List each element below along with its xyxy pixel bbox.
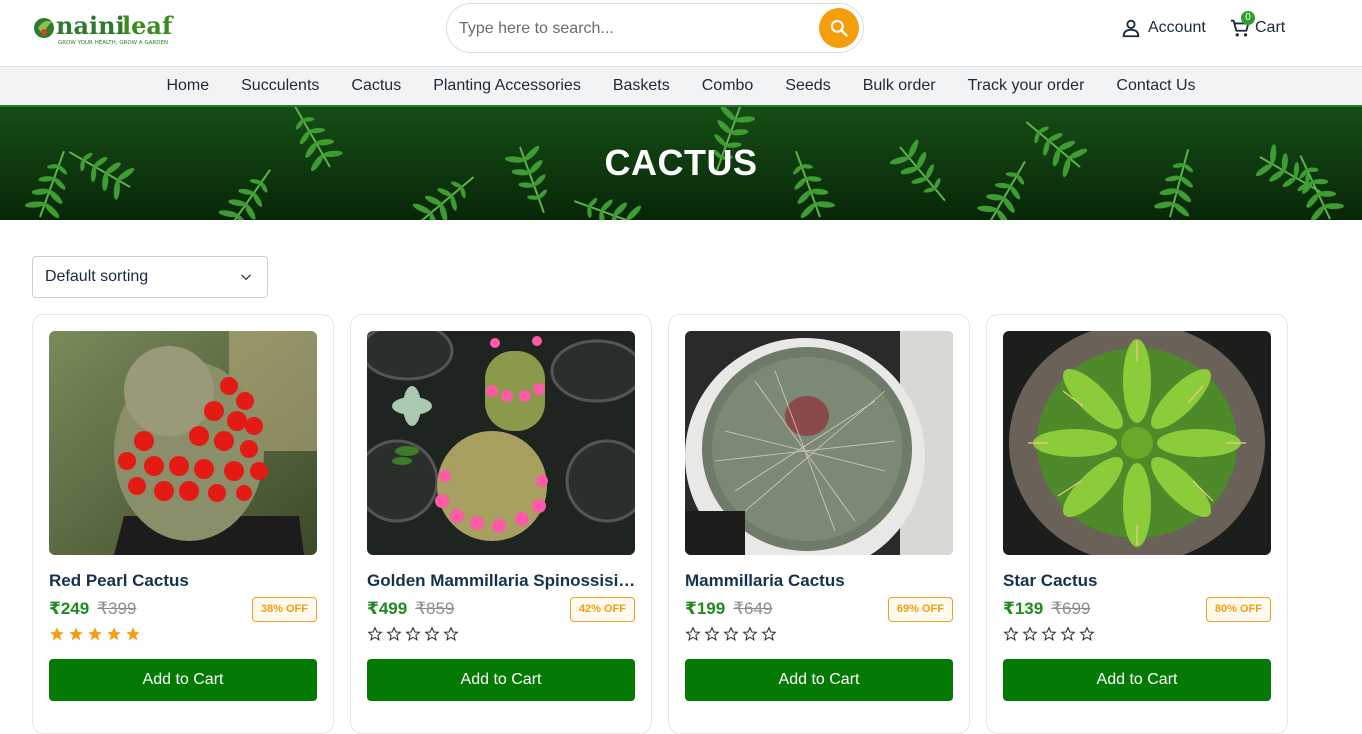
product-image[interactable] [367, 331, 635, 555]
svg-text:GROW YOUR HEALTH, GROW A GARDE: GROW YOUR HEALTH, GROW A GARDEN [58, 40, 168, 46]
star-empty-icon [742, 626, 758, 642]
product-image[interactable] [49, 331, 317, 555]
star-empty-icon [1041, 626, 1057, 642]
current-price: ₹199 [685, 599, 726, 618]
star-empty-icon [405, 626, 421, 642]
nav-item-planting-accessories[interactable]: Planting Accessories [417, 77, 597, 95]
product-card[interactable]: Golden Mammillaria Spinossisima ₹499 ₹85… [350, 314, 652, 734]
star-filled-icon [107, 627, 121, 641]
discount-badge: 42% OFF [569, 597, 635, 622]
nav-item-seeds[interactable]: Seeds [769, 77, 846, 95]
current-price: ₹139 [1003, 599, 1044, 618]
product-card[interactable]: Star Cactus ₹139 ₹699 80% OFF Add to Car… [986, 314, 1288, 734]
original-price: ₹859 [415, 599, 455, 618]
star-empty-icon [761, 626, 777, 642]
product-image[interactable] [685, 331, 953, 555]
nav-item-bulk-order[interactable]: Bulk order [847, 77, 952, 95]
nav-item-contact-us[interactable]: Contact Us [1100, 77, 1211, 95]
rating-stars [367, 626, 459, 642]
star-empty-icon [367, 626, 383, 642]
account-label: Account [1148, 19, 1206, 36]
search-input[interactable] [459, 16, 799, 42]
star-filled-icon [69, 627, 83, 641]
user-icon [1122, 19, 1140, 38]
brand-logo[interactable]: naini leaf GROW YOUR HEALTH, GROW A GARD… [32, 10, 192, 46]
star-empty-icon [443, 626, 459, 642]
star-empty-icon [685, 626, 701, 642]
add-to-cart-button[interactable]: Add to Cart [49, 659, 317, 701]
product-card[interactable]: Mammillaria Cactus ₹199 ₹649 69% OFF Add… [668, 314, 970, 734]
star-filled-icon [50, 627, 64, 641]
original-price: ₹399 [97, 599, 137, 618]
product-image[interactable] [1003, 331, 1271, 555]
main-nav: Home Succulents Cactus Planting Accessor… [0, 66, 1362, 107]
current-price: ₹499 [367, 599, 408, 618]
category-title: CACTUS [604, 142, 758, 183]
nav-item-baskets[interactable]: Baskets [597, 77, 686, 95]
star-filled-icon [126, 627, 140, 641]
product-name[interactable]: Red Pearl Cactus [49, 571, 319, 591]
star-empty-icon [1022, 626, 1038, 642]
product-name[interactable]: Golden Mammillaria Spinossisima [367, 571, 637, 591]
category-banner: CACTUS [0, 107, 1362, 220]
chevron-down-icon [241, 274, 251, 281]
add-to-cart-button[interactable]: Add to Cart [1003, 659, 1271, 701]
star-empty-icon [424, 626, 440, 642]
rating-stars [1003, 626, 1095, 642]
star-empty-icon [1003, 626, 1019, 642]
cart-count-badge: 0 [1241, 11, 1255, 25]
product-card[interactable]: Red Pearl Cactus ₹249 ₹399 38% OFF Add t… [32, 314, 334, 734]
discount-badge: 38% OFF [251, 597, 317, 622]
sort-selected-value: Default sorting [45, 268, 149, 285]
rating-stars [685, 626, 777, 642]
search-bar [446, 3, 864, 53]
star-filled-icon [88, 627, 102, 641]
rating-stars [49, 626, 141, 642]
search-button[interactable] [819, 8, 859, 48]
product-name[interactable]: Star Cactus [1003, 571, 1273, 591]
discount-badge: 69% OFF [887, 597, 953, 622]
price-row: ₹139 ₹699 [1003, 599, 1090, 619]
site-header: naini leaf GROW YOUR HEALTH, GROW A GARD… [0, 0, 1362, 66]
product-grid: Red Pearl Cactus ₹249 ₹399 38% OFF Add t… [32, 314, 1288, 734]
star-empty-icon [1060, 626, 1076, 642]
product-name[interactable]: Mammillaria Cactus [685, 571, 955, 591]
sort-dropdown[interactable]: Default sorting [32, 256, 268, 298]
original-price: ₹699 [1051, 599, 1091, 618]
cart-link[interactable]: 0 Cart [1229, 11, 1286, 40]
svg-text:naini: naini [56, 11, 125, 40]
original-price: ₹649 [733, 599, 773, 618]
star-empty-icon [704, 626, 720, 642]
price-row: ₹249 ₹399 [49, 599, 136, 619]
add-to-cart-button[interactable]: Add to Cart [685, 659, 953, 701]
nav-item-track-order[interactable]: Track your order [952, 77, 1101, 95]
nav-item-cactus[interactable]: Cactus [335, 77, 417, 95]
current-price: ₹249 [49, 599, 90, 618]
star-empty-icon [386, 626, 402, 642]
discount-badge: 80% OFF [1205, 597, 1271, 622]
account-link[interactable]: Account [1120, 16, 1206, 40]
add-to-cart-button[interactable]: Add to Cart [367, 659, 635, 701]
search-icon [830, 19, 848, 37]
svg-text:leaf: leaf [122, 11, 174, 40]
nav-item-combo[interactable]: Combo [686, 77, 770, 95]
star-empty-icon [723, 626, 739, 642]
price-row: ₹199 ₹649 [685, 599, 772, 619]
cart-label: Cart [1255, 19, 1286, 36]
price-row: ₹499 ₹859 [367, 599, 454, 619]
nav-item-home[interactable]: Home [150, 77, 225, 95]
nav-item-succulents[interactable]: Succulents [225, 77, 335, 95]
star-empty-icon [1079, 626, 1095, 642]
